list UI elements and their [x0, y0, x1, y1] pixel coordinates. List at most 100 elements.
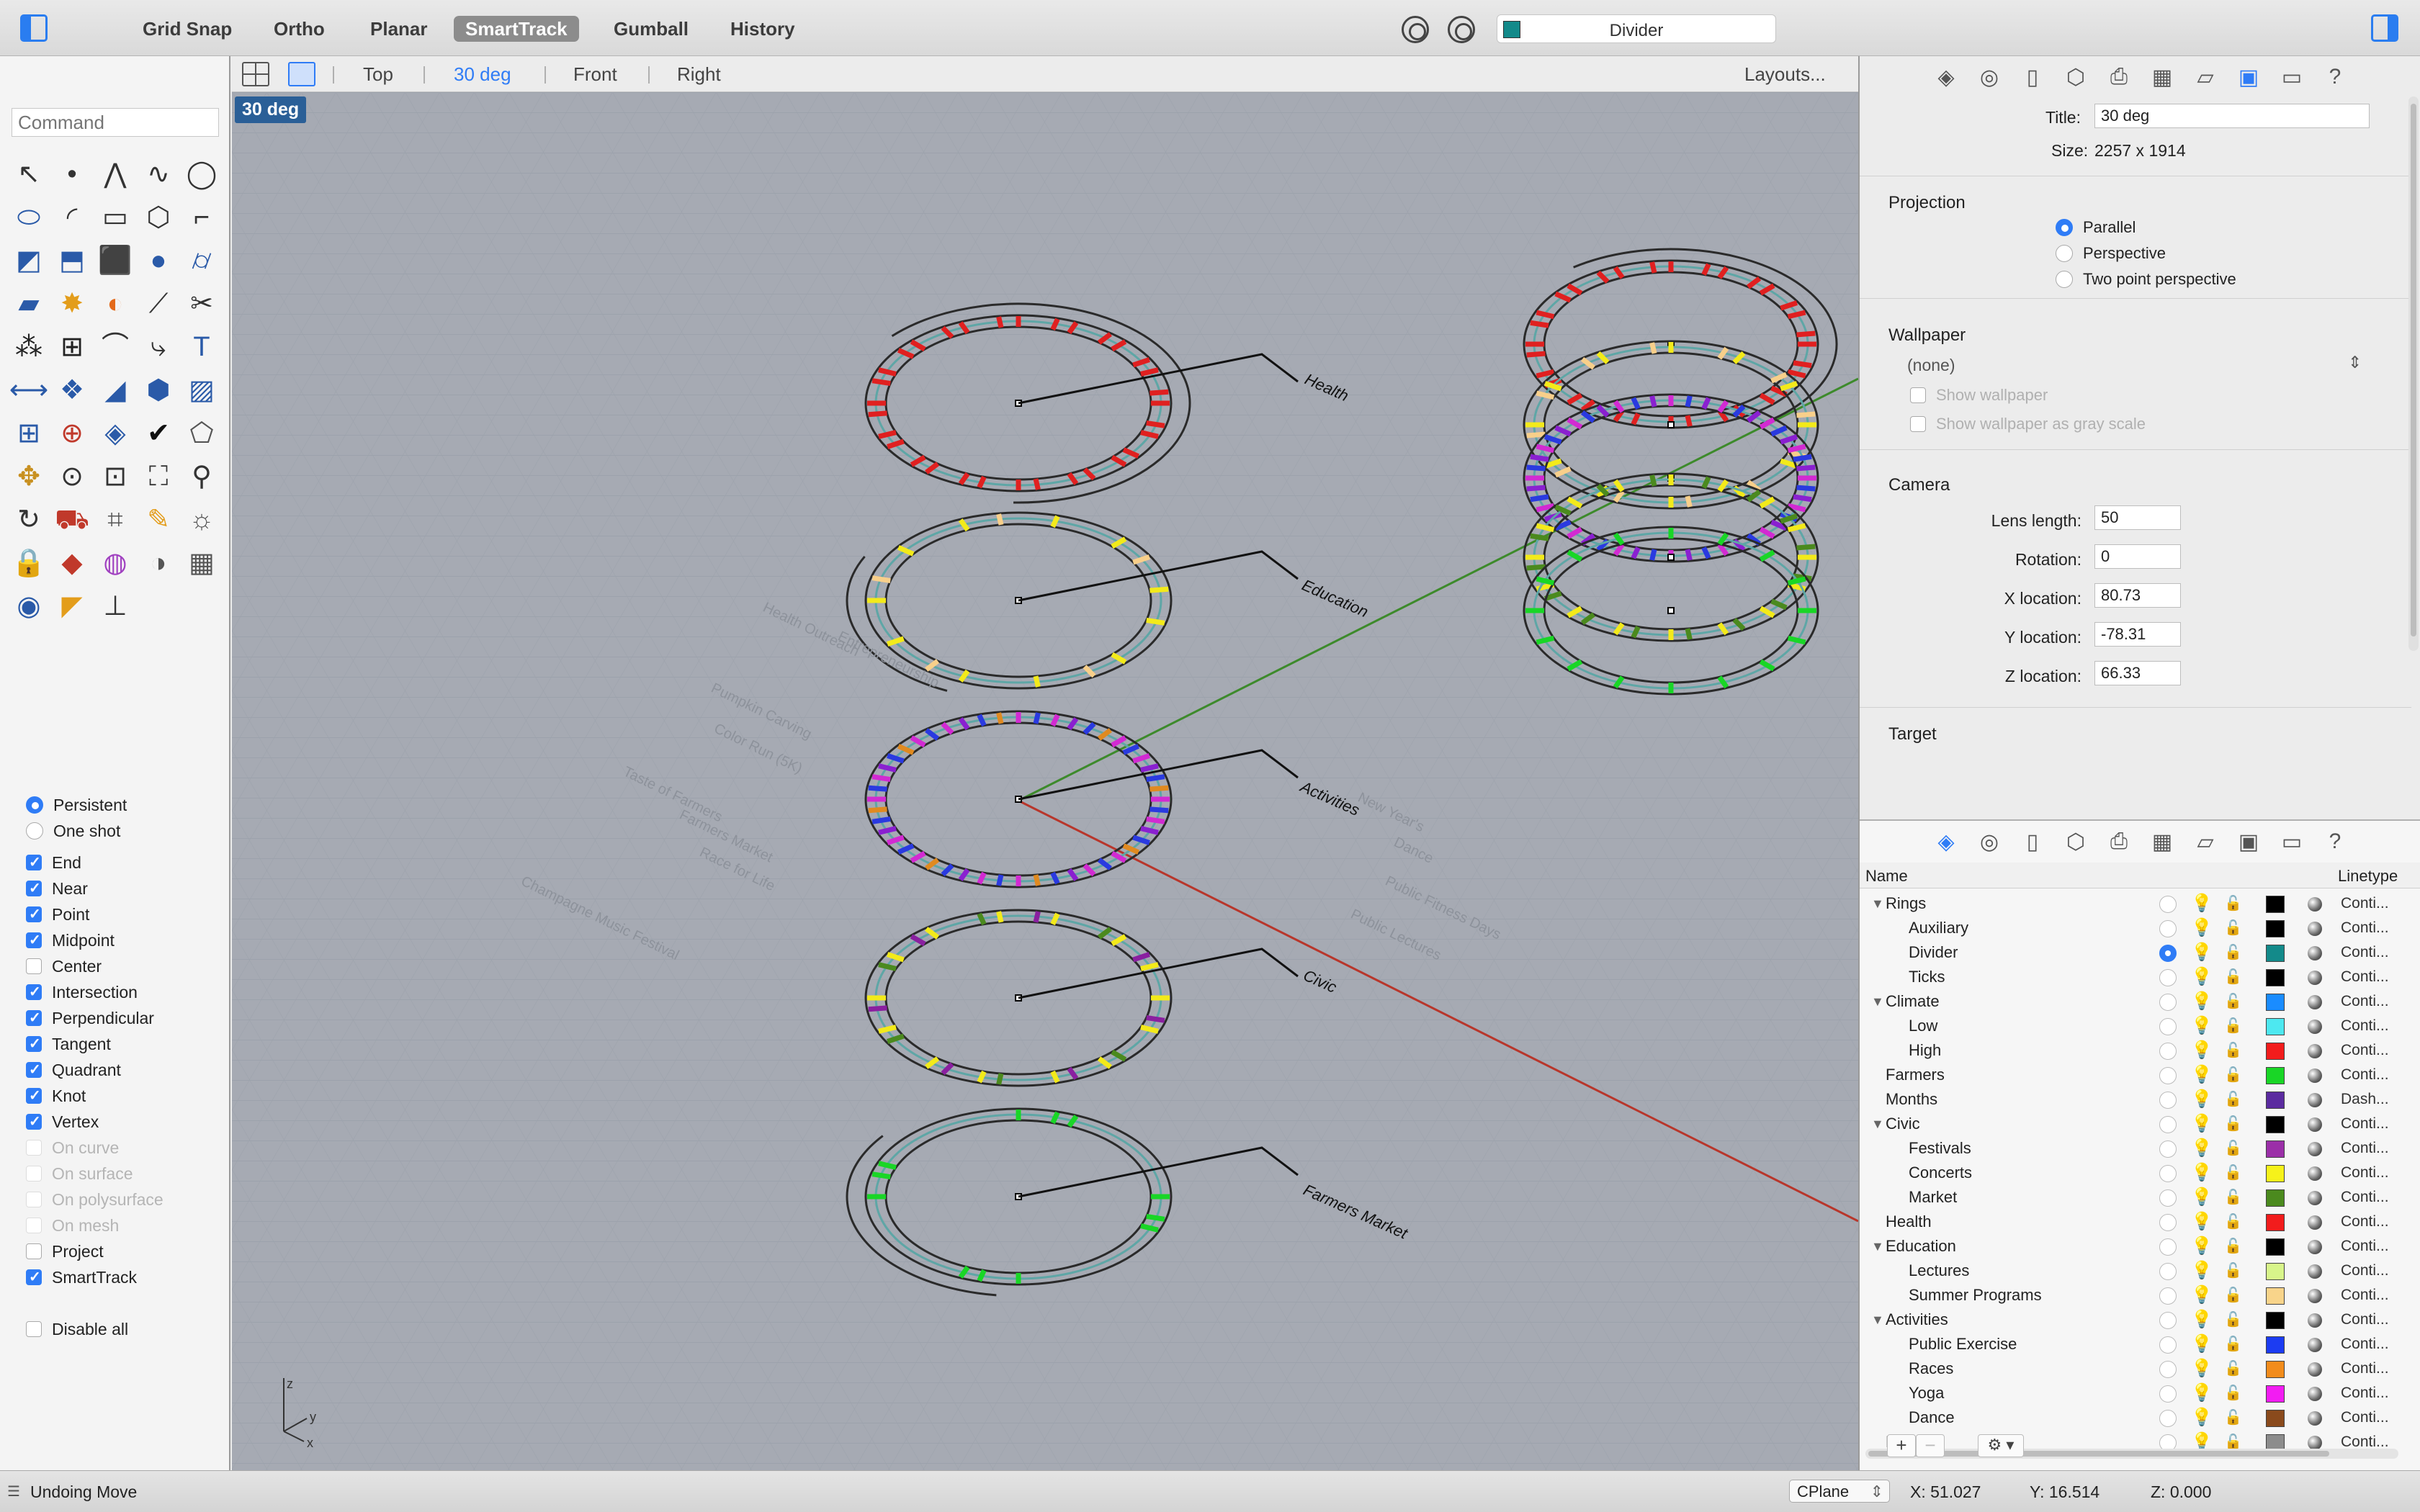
layer-color-swatch[interactable] — [2266, 1092, 2285, 1109]
layer-color-swatch[interactable] — [2266, 969, 2285, 986]
osnap-project[interactable]: Project — [26, 1238, 228, 1264]
osnap-checkbox[interactable] — [26, 901, 42, 927]
current-layer-radio[interactable] — [2159, 1214, 2177, 1231]
current-layer-radio[interactable] — [2159, 1312, 2177, 1329]
layer-row-market[interactable]: Market 💡 🔓 Conti... — [1860, 1185, 2407, 1210]
bulb-icon[interactable]: 💡 — [2191, 916, 2213, 940]
layer-color-swatch[interactable] — [2266, 1410, 2285, 1427]
current-layer-radio[interactable] — [2159, 945, 2177, 962]
material-ball-icon[interactable] — [2308, 971, 2322, 985]
material-ball-icon[interactable] — [2308, 1215, 2322, 1230]
osnap-intersection[interactable]: Intersection — [26, 979, 228, 1005]
car-icon[interactable]: ⛟ — [50, 498, 94, 541]
bulb-icon[interactable]: 💡 — [2191, 940, 2213, 965]
material-ball-icon[interactable] — [2308, 1191, 2322, 1205]
lock-icon[interactable]: 🔓 — [2224, 1112, 2242, 1136]
layer-row-months[interactable]: Months 💡 🔓 Dash... — [1860, 1087, 2407, 1112]
osnap-on-mesh[interactable]: On mesh — [26, 1212, 228, 1238]
four-view-layout-icon[interactable] — [242, 62, 269, 86]
material-ball-icon[interactable] — [2308, 946, 2322, 960]
material-ball-icon[interactable] — [2308, 1313, 2322, 1328]
current-layer-radio[interactable] — [2159, 1116, 2177, 1133]
lock-icon[interactable]: 🔓 — [2224, 940, 2242, 965]
menu-lines-icon[interactable]: ☰ — [7, 1482, 20, 1500]
transform-icon[interactable]: ⊕ — [50, 412, 94, 455]
lock-icon[interactable]: 🔓 — [2224, 1332, 2242, 1356]
gumball-button[interactable]: Gumball — [602, 16, 700, 42]
camera-tab-icon[interactable]: ⎙ — [2102, 62, 2136, 92]
grid-icon[interactable]: ⊞ — [7, 412, 50, 455]
osnap-vertex[interactable]: Vertex — [26, 1109, 228, 1135]
zoom-extents-icon[interactable]: ⛶ — [137, 455, 180, 498]
split-icon[interactable]: ⟋ — [137, 282, 180, 325]
lock-icon[interactable]: 🔓 — [2224, 891, 2242, 916]
help-icon[interactable]: ? — [2318, 827, 2352, 857]
current-layer-radio[interactable] — [2159, 1238, 2177, 1256]
current-layer-radio[interactable] — [2159, 896, 2177, 913]
text-icon[interactable]: T — [180, 325, 223, 369]
bulb-icon[interactable]: 💡 — [2191, 1210, 2213, 1234]
disable-all-option[interactable]: Disable all — [26, 1316, 228, 1342]
osnap-end[interactable]: End — [26, 850, 228, 876]
bulb-icon[interactable]: 💡 — [2191, 1087, 2213, 1112]
show-gray-checkbox[interactable] — [1910, 416, 1926, 432]
layers-tab-icon[interactable]: ◈ — [1930, 62, 1963, 92]
smarttrack-button[interactable]: SmartTrack — [454, 16, 579, 42]
bulb-icon[interactable]: 💡 — [2191, 1356, 2213, 1381]
viewport-tab-icon[interactable]: ▣ — [2232, 62, 2265, 92]
layer-color-swatch[interactable] — [2266, 1385, 2285, 1403]
disclosure-triangle-icon[interactable]: ▼ — [1871, 989, 1884, 1014]
solid-icon[interactable]: ⬢ — [137, 369, 180, 412]
viewport-name-label[interactable]: 30 deg — [235, 96, 307, 123]
bulb-icon[interactable]: 💡 — [2191, 891, 2213, 916]
tab-30-deg[interactable]: 30 deg — [454, 63, 511, 86]
layer-row-summer-programs[interactable]: Summer Programs 💡 🔓 Conti... — [1860, 1283, 2407, 1308]
material-ball-icon[interactable] — [2308, 1166, 2322, 1181]
layer-color-swatch[interactable] — [2266, 945, 2285, 962]
layer-row-auxiliary[interactable]: Auxiliary 💡 🔓 Conti... — [1860, 916, 2407, 940]
rectangle-icon[interactable]: ▭ — [94, 196, 137, 239]
filter-icon[interactable] — [1402, 16, 1429, 43]
wallpaper-select[interactable]: (none) ⇕ — [1907, 351, 2368, 380]
lock-icon[interactable]: 🔓 — [2224, 1087, 2242, 1112]
material-ball-icon[interactable] — [2308, 1264, 2322, 1279]
current-layer-radio[interactable] — [2159, 969, 2177, 986]
notes-tab-icon[interactable]: ▱ — [2189, 62, 2222, 92]
camera-icon[interactable]: ◤ — [50, 585, 94, 628]
disable-all-checkbox[interactable] — [26, 1321, 42, 1337]
current-layer-radio[interactable] — [2159, 920, 2177, 937]
osnap-mode-persistent[interactable]: Persistent — [26, 792, 228, 818]
projection-parallel[interactable]: Parallel — [2056, 215, 2236, 240]
current-layer-radio[interactable] — [2159, 1287, 2177, 1305]
osnap-checkbox[interactable] — [26, 1218, 42, 1233]
osnap-midpoint[interactable]: Midpoint — [26, 927, 228, 953]
layer-color-swatch[interactable] — [2266, 1287, 2285, 1305]
lock-icon[interactable]: 🔓 — [2224, 1308, 2242, 1332]
layer-color-swatch[interactable] — [2266, 1238, 2285, 1256]
layer-color-swatch[interactable] — [2266, 1116, 2285, 1133]
rotation-field[interactable] — [2094, 544, 2181, 569]
osnap-checkbox[interactable] — [26, 1140, 42, 1156]
osnap-near[interactable]: Near — [26, 876, 228, 901]
current-layer-radio[interactable] — [2159, 1361, 2177, 1378]
color-wheel-icon[interactable]: ◍ — [94, 541, 137, 585]
polyline-icon[interactable]: ⋀ — [94, 153, 137, 196]
cylinder-icon[interactable]: ⌭ — [180, 239, 223, 282]
projection-perspective[interactable]: Perspective — [2056, 240, 2236, 266]
osnap-checkbox[interactable] — [26, 927, 42, 953]
layer-row-low[interactable]: Low 💡 🔓 Conti... — [1860, 1014, 2407, 1038]
array-icon[interactable]: ⊞ — [50, 325, 94, 369]
layer-color-swatch[interactable] — [2266, 1067, 2285, 1084]
material-tab-icon[interactable]: ⬡ — [2059, 62, 2092, 92]
circle-icon[interactable]: ◯ — [180, 153, 223, 196]
osnap-checkbox[interactable] — [26, 850, 42, 876]
sun-icon[interactable]: ◉ — [7, 585, 50, 628]
layer-row-ticks[interactable]: Ticks 💡 🔓 Conti... — [1860, 965, 2407, 989]
grid-plane-icon[interactable]: ⌗ — [94, 498, 137, 541]
point-icon[interactable]: • — [50, 153, 94, 196]
layer-color-swatch[interactable] — [2266, 1165, 2285, 1182]
bulb-icon[interactable]: 💡 — [2191, 1112, 2213, 1136]
layer-color-swatch[interactable] — [2266, 896, 2285, 913]
linetype-column-header[interactable]: Linetype — [2338, 867, 2417, 886]
material-tab-icon[interactable]: ⬡ — [2059, 827, 2092, 857]
